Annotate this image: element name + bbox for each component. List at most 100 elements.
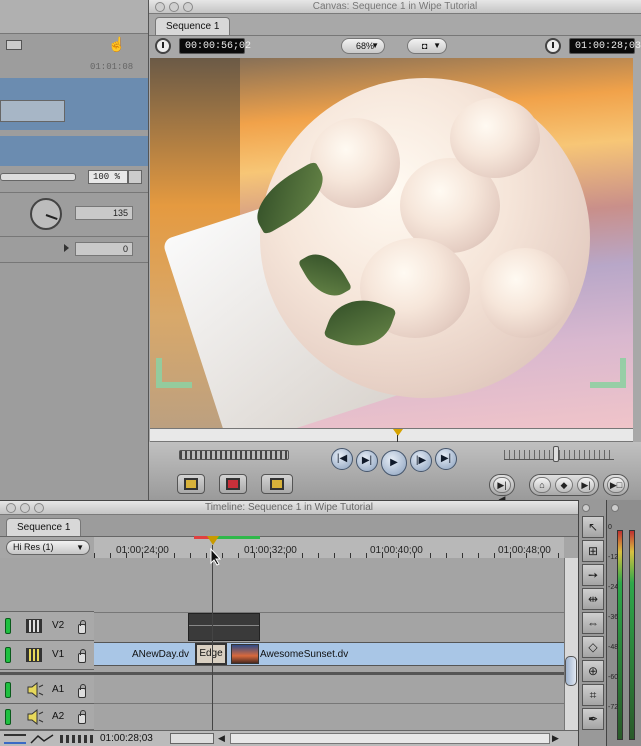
clip-overlays-icon[interactable] <box>30 733 54 745</box>
track-size-icon[interactable] <box>60 735 94 743</box>
clip-thumbnail[interactable] <box>231 644 259 664</box>
meter-label: 0 <box>608 524 612 531</box>
close-palette-button[interactable] <box>582 504 590 512</box>
go-to-next-edit-button[interactable]: ▶| <box>435 448 457 470</box>
lock-icon[interactable] <box>78 710 86 724</box>
audio-meters: 0 -12 -24 -36 -48 -60 -72 <box>606 500 641 746</box>
canvas-scrubber-bar[interactable] <box>150 428 633 443</box>
film-icon[interactable] <box>26 619 42 633</box>
scroll-right-arrow-icon[interactable]: ▶ <box>552 733 562 744</box>
timeline-ruler[interactable]: 01:00:24;00 01:00:32;00 01:00:40;00 01:0… <box>94 537 564 559</box>
scale-slider[interactable] <box>0 173 76 181</box>
track-visibility-toggle[interactable] <box>5 647 11 663</box>
video-audio-separator[interactable] <box>0 672 564 675</box>
selection-tool-icon[interactable]: ↖ <box>582 516 604 538</box>
render-quality-popup[interactable]: Hi Res (1) ▼ <box>6 540 90 555</box>
title-safe-corner-br <box>590 358 626 388</box>
pen-tool-icon[interactable]: ✒ <box>582 708 604 730</box>
roll-edit-tool-icon[interactable]: ⇹ <box>582 588 604 610</box>
track-select-tool-icon[interactable]: ➙ <box>582 564 604 586</box>
edit-selection-tool-icon[interactable]: ⊞ <box>582 540 604 562</box>
add-keyframe-button[interactable]: ◆ <box>555 477 573 493</box>
canvas-titlebar[interactable]: Canvas: Sequence 1 in Wipe Tutorial <box>149 0 641 14</box>
track-audible-toggle[interactable] <box>5 709 11 725</box>
minimize-window-button[interactable] <box>169 2 179 12</box>
scale-field[interactable]: 100 % <box>88 170 128 184</box>
motion-row-field[interactable] <box>0 100 65 122</box>
add-marker-button[interactable]: ▶| <box>577 477 595 493</box>
zoom-slider[interactable] <box>170 733 214 744</box>
zoom-tool-icon[interactable]: ⊕ <box>582 660 604 682</box>
speaker-icon[interactable] <box>26 709 44 725</box>
jog-knob[interactable] <box>553 446 559 462</box>
play-in-to-out-button[interactable]: ▶| <box>356 450 378 472</box>
hand-icon[interactable]: ☝ <box>108 36 130 52</box>
lock-icon[interactable] <box>78 649 86 663</box>
vertical-scroll-thumb[interactable] <box>565 656 577 686</box>
divider <box>0 262 148 263</box>
play-around-button[interactable]: |▶ <box>410 450 432 472</box>
go-to-previous-edit-button[interactable]: |◀ <box>331 448 353 470</box>
tab-sequence-1[interactable]: Sequence 1 <box>155 17 231 35</box>
close-window-button[interactable] <box>155 2 165 12</box>
disclosure-arrow-icon[interactable] <box>64 244 69 252</box>
scroll-left-arrow-icon[interactable]: ◀ <box>218 733 228 744</box>
zoom-window-button[interactable] <box>34 503 44 513</box>
clip-name-a[interactable]: ANewDay.dv <box>132 649 189 660</box>
insert-edit-button[interactable] <box>177 474 205 494</box>
zoom-popup[interactable]: 68% ▼ <box>341 38 385 54</box>
crop-tool-icon[interactable]: ⌗ <box>582 684 604 706</box>
film-icon[interactable] <box>26 648 42 662</box>
tab-divider <box>149 35 641 36</box>
timeline-title: Timeline: Sequence 1 in Wipe Tutorial <box>204 502 374 513</box>
mark-out-button[interactable]: ▶□ <box>607 477 625 493</box>
timeline-playhead-icon[interactable] <box>207 536 219 545</box>
rotation-field[interactable]: 135 <box>75 206 133 220</box>
timeline-titlebar[interactable]: Timeline: Sequence 1 in Wipe Tutorial <box>0 501 578 515</box>
slip-tool-icon[interactable]: ⇔ <box>582 612 604 634</box>
jog-control[interactable] <box>504 450 614 460</box>
shuttle-control[interactable] <box>179 450 289 460</box>
duration-timecode-field[interactable]: 00:00:56;02 <box>179 38 251 54</box>
scale-reset-button[interactable] <box>128 170 142 184</box>
view-popup[interactable]: ◘ ▼ <box>407 38 447 54</box>
track-visibility-toggle[interactable] <box>5 618 11 634</box>
transition-edge[interactable]: Edge <box>195 643 227 665</box>
timeline-current-timecode[interactable]: 01:00:28;03 <box>100 733 153 744</box>
v2-gap-clip[interactable] <box>188 613 260 641</box>
minimize-window-button[interactable] <box>20 503 30 513</box>
mouse-cursor-icon <box>210 548 222 566</box>
motion-row-highlight <box>0 78 148 130</box>
center-field[interactable]: 0 <box>75 242 133 256</box>
lock-icon[interactable] <box>78 684 86 698</box>
close-meters-button[interactable] <box>611 504 619 512</box>
tab-sequence-1[interactable]: Sequence 1 <box>6 518 82 536</box>
meter-label: -48 <box>608 644 619 651</box>
mark-clip-button[interactable]: ⌂ <box>533 477 551 493</box>
timeline-vertical-scrollbar[interactable] <box>564 558 578 730</box>
clip-name-b[interactable]: AwesomeSunset.dv <box>260 649 348 660</box>
close-window-button[interactable] <box>6 503 16 513</box>
canvas-video-frame[interactable] <box>150 58 633 428</box>
lock-icon[interactable] <box>78 620 86 634</box>
canvas-window: Canvas: Sequence 1 in Wipe Tutorial Sequ… <box>148 0 641 504</box>
rotation-dial[interactable] <box>30 198 62 230</box>
v1-clip-track[interactable]: ANewDay.dv AwesomeSunset.dv <box>94 642 564 666</box>
replace-edit-button[interactable] <box>261 474 293 494</box>
track-height-icon[interactable] <box>4 734 26 744</box>
menu-icon[interactable] <box>6 40 22 50</box>
chevron-down-icon: ▼ <box>371 41 379 50</box>
speaker-icon[interactable] <box>26 682 44 698</box>
razor-tool-icon[interactable]: ◇ <box>582 636 604 658</box>
track-audible-toggle[interactable] <box>5 682 11 698</box>
zoom-window-button[interactable] <box>183 2 193 12</box>
track-header-a2: A2 <box>0 704 94 730</box>
play-button[interactable]: ▶ <box>381 450 407 476</box>
ruler-label: 01:00:32;00 <box>244 545 297 556</box>
current-timecode-field[interactable]: 01:00:28;03 <box>569 38 641 54</box>
timeline-horizontal-scrollbar[interactable] <box>230 733 550 744</box>
match-frame-button[interactable]: ▶|◀ <box>493 477 511 504</box>
divider <box>0 236 148 237</box>
overwrite-edit-button[interactable] <box>219 474 247 494</box>
playhead-icon[interactable] <box>393 429 403 436</box>
